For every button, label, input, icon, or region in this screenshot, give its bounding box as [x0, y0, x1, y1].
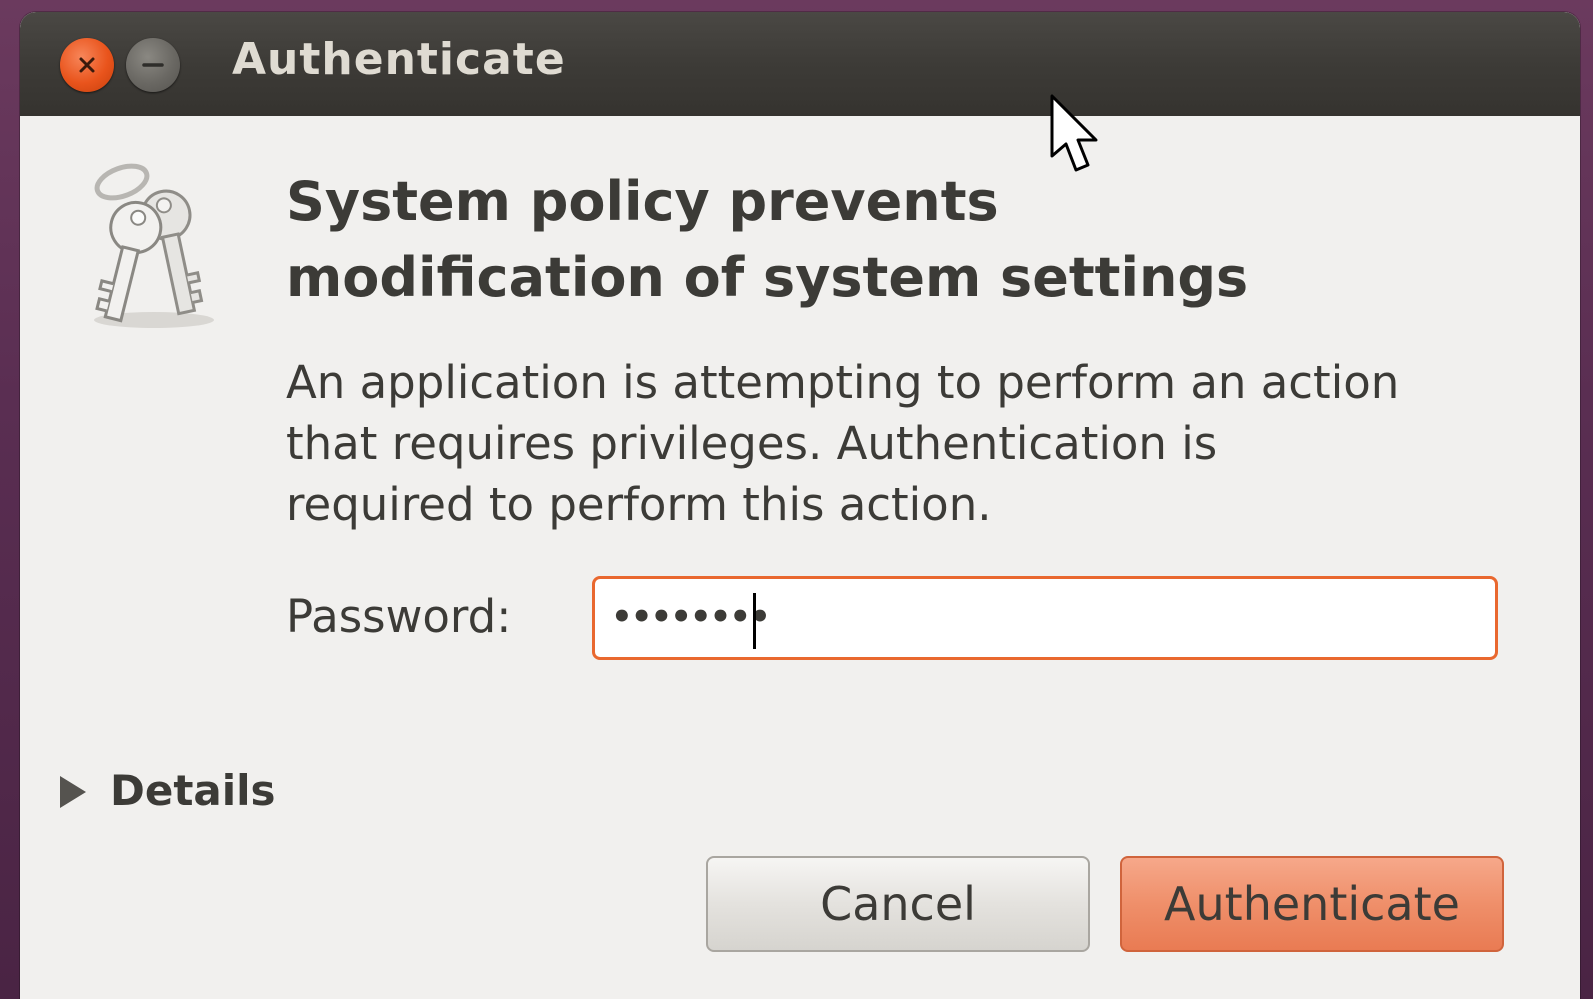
- authenticate-button[interactable]: Authenticate: [1120, 856, 1504, 952]
- password-input[interactable]: ••••••••: [592, 576, 1498, 660]
- close-button[interactable]: [60, 38, 114, 92]
- message-line-1: An application is attempting to perform …: [286, 356, 1400, 409]
- cancel-button[interactable]: Cancel: [706, 856, 1090, 952]
- minimize-button[interactable]: [126, 38, 180, 92]
- title-bar[interactable]: Authenticate: [20, 12, 1580, 116]
- authenticate-dialog: Authenticate System policy prevents modi…: [20, 12, 1580, 999]
- details-label: Details: [110, 766, 276, 815]
- heading-line-1: System policy prevents: [286, 170, 999, 233]
- heading-line-2: modification of system settings: [286, 246, 1249, 309]
- password-masked-value: ••••••••: [611, 597, 771, 637]
- mouse-pointer-icon: [1050, 94, 1110, 182]
- password-label: Password:: [286, 590, 512, 643]
- window-title: Authenticate: [232, 34, 566, 85]
- keys-icon: [82, 160, 222, 340]
- minimize-icon: [142, 63, 164, 67]
- expander-arrow-icon: [60, 776, 86, 808]
- message-line-3: required to perform this action.: [286, 478, 992, 531]
- text-caret: [753, 593, 756, 649]
- message-line-2: that requires privileges. Authentication…: [286, 417, 1218, 470]
- close-icon: [79, 57, 95, 73]
- dialog-message: An application is attempting to perform …: [286, 352, 1556, 535]
- dialog-heading: System policy prevents modification of s…: [286, 164, 1386, 316]
